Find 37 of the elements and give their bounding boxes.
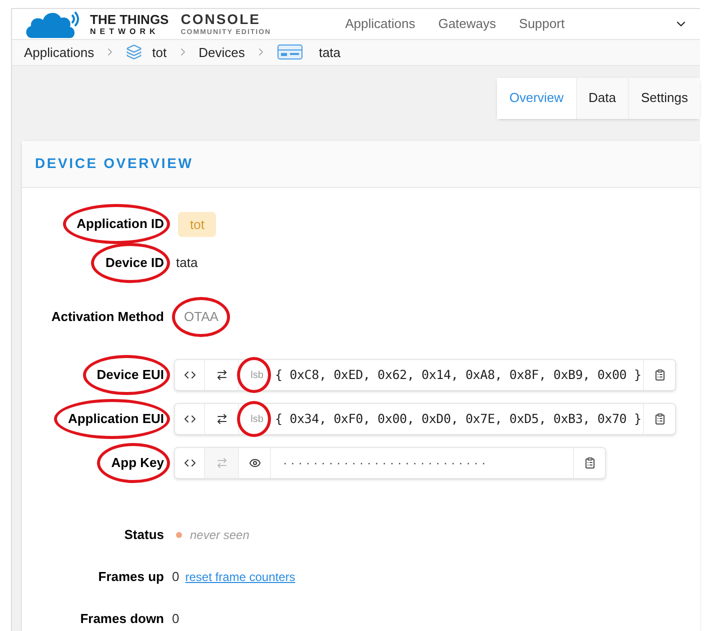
nav-link[interactable]: Applications	[345, 14, 416, 34]
field-label: Activation Method	[51, 309, 164, 324]
device-icon	[276, 44, 303, 60]
field-label: Device ID	[105, 255, 164, 270]
field-label: Status	[124, 527, 164, 542]
brand-name: NETWORK	[90, 28, 160, 36]
layers-icon	[126, 44, 142, 60]
field-value: tata	[176, 254, 198, 272]
field-label: Frames down	[80, 611, 164, 626]
field-value: never seen	[190, 527, 250, 544]
breadcrumb-link[interactable]: Applications	[24, 42, 94, 62]
field-label: App Key	[111, 455, 164, 470]
card-title: DEVICE OVERVIEW	[35, 154, 194, 173]
byte-order-toggle[interactable]: lsb	[250, 368, 264, 382]
nav-link[interactable]: Support	[519, 14, 565, 34]
field-value: · · · · · · · · · · · · · · · · · · · · · · · · · · ·	[282, 454, 487, 472]
product-name: CONSOLE	[180, 12, 262, 26]
tab[interactable]: Overview	[497, 78, 576, 118]
byte-order-toggle[interactable]: lsb	[250, 412, 264, 426]
field-label: Frames up	[98, 569, 164, 584]
brand-name: THE THINGS	[90, 12, 169, 26]
field-value: 0	[172, 568, 180, 586]
tab[interactable]: Settings	[628, 78, 700, 118]
field-value: { 0xC8, 0xED, 0x62, 0x14, 0xA8, 0x8F, 0xB9, 0x00 }	[275, 366, 642, 384]
reset-link[interactable]: reset frame counters	[185, 568, 296, 586]
breadcrumb-link[interactable]: tot	[152, 42, 167, 62]
field-value: { 0x34, 0xF0, 0x00, 0xD0, 0x7E, 0xD5, 0xB3, 0x70 }	[275, 410, 642, 428]
field-value: 0	[172, 610, 180, 628]
field-label: Application ID	[76, 216, 164, 232]
app-id-badge: tot	[178, 212, 216, 237]
tab[interactable]: Data	[576, 78, 628, 118]
field-label: Application EUI	[68, 411, 164, 426]
field-label: Device EUI	[96, 367, 164, 382]
nav-link[interactable]: Gateways	[438, 14, 496, 34]
breadcrumb-link[interactable]: tata	[318, 42, 341, 62]
breadcrumb-link[interactable]: Devices	[198, 42, 245, 62]
field-value: OTAA	[184, 309, 218, 324]
